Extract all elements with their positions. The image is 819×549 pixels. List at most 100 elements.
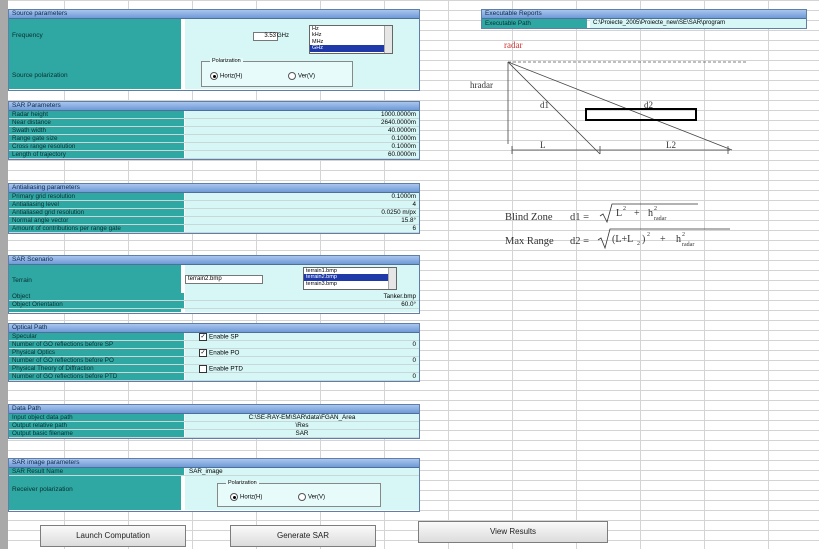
svg-text:2: 2 bbox=[654, 206, 657, 212]
param-value[interactable]: 15.8° bbox=[185, 217, 419, 224]
orientation-value[interactable]: 60.0° bbox=[185, 301, 419, 308]
param-row: Physical Optics ✓ Enable PO bbox=[9, 349, 419, 357]
param-value[interactable]: 0 bbox=[185, 373, 419, 380]
d1-label: d1 bbox=[540, 100, 549, 110]
optical-rows: Specular ✓ Enable SP Number of GO reflectio… bbox=[9, 333, 419, 381]
param-value[interactable]: 0.0250 m/px bbox=[185, 209, 419, 216]
checkbox[interactable]: ✓ bbox=[199, 349, 207, 357]
frequency-label: Frequency bbox=[12, 32, 43, 39]
frequency-unit-listbox[interactable]: Hz kHz MHz GHz bbox=[309, 25, 393, 54]
max-range-label: Max Range bbox=[505, 236, 554, 247]
radio-horizontal[interactable]: Horiz(H) bbox=[230, 493, 262, 501]
object-value[interactable]: Tanker.bmp bbox=[185, 293, 419, 300]
param-label: Antialiasing level bbox=[9, 201, 184, 208]
l2-label: L2 bbox=[666, 140, 676, 150]
result-name-label: SAR Result Name bbox=[9, 468, 184, 475]
terrain-input[interactable]: terrain2.bmp bbox=[185, 275, 263, 284]
param-value[interactable]: 4 bbox=[185, 201, 419, 208]
param-value[interactable]: 0.1000m bbox=[185, 193, 419, 200]
checkbox[interactable]: ✓ bbox=[199, 333, 207, 341]
result-name-value[interactable]: SAR_image bbox=[185, 468, 419, 475]
param-label: Number of GO reflections before PTD bbox=[9, 373, 184, 380]
radio-horizontal[interactable]: Horiz(H) bbox=[210, 72, 242, 80]
param-label: Input object data path bbox=[9, 414, 184, 421]
param-row: Range gate size 0.1000m bbox=[9, 135, 419, 143]
param-row: Output basic filename SAR bbox=[9, 430, 419, 438]
checkbox[interactable] bbox=[199, 365, 207, 373]
param-row: Swath width 40.0000m bbox=[9, 127, 419, 135]
data-path-rows: Input object data path C:\SE-RAY-EM\SAR\d… bbox=[9, 414, 419, 438]
param-row: Physical Theory of Diffraction Enable PTD bbox=[9, 365, 419, 373]
param-value[interactable]: ✓ Enable PO bbox=[185, 349, 419, 357]
param-label: Physical Optics bbox=[9, 349, 184, 356]
radio-label: Ver(V) bbox=[308, 494, 326, 501]
param-value[interactable]: 0.1000m bbox=[185, 143, 419, 150]
param-row: Normal angle vector 15.8° bbox=[9, 217, 419, 225]
antialiasing-section: Antialiasing parameters Primary grid res… bbox=[8, 183, 420, 234]
param-label: Number of GO reflections before PO bbox=[9, 357, 184, 364]
param-value[interactable]: 0 bbox=[185, 357, 419, 364]
frequency-unit: GHz bbox=[277, 33, 289, 39]
geometry-diagram: radar hradar d1 d2 L L2 bbox=[470, 40, 748, 155]
listbox-scrollbar[interactable] bbox=[388, 268, 396, 289]
section-header: SAR Scenario bbox=[9, 256, 419, 265]
param-label: Normal angle vector bbox=[9, 217, 184, 224]
radio-dot bbox=[210, 72, 218, 80]
section-header: SAR Parameters bbox=[9, 102, 419, 111]
param-label: Cross range resolution bbox=[9, 143, 184, 150]
section-header: Data Path bbox=[9, 405, 419, 414]
max-range-lhs: d2 = bbox=[570, 236, 590, 247]
param-value[interactable]: 40.0000m bbox=[185, 127, 419, 134]
radio-vertical[interactable]: Ver(V) bbox=[298, 493, 325, 501]
view-results-button[interactable]: View Results bbox=[418, 521, 608, 543]
svg-text:radar: radar bbox=[682, 242, 694, 248]
param-value[interactable]: 6 bbox=[185, 225, 419, 232]
param-value[interactable]: 0 bbox=[185, 341, 419, 348]
param-value[interactable]: ✓ Enable SP bbox=[185, 333, 419, 341]
param-row: Near distance 2640.0000m bbox=[9, 119, 419, 127]
param-label: Output basic filename bbox=[9, 430, 184, 437]
radio-label: Horiz(H) bbox=[220, 73, 243, 80]
param-row: Output relative path \Res bbox=[9, 422, 419, 430]
listbox-option[interactable]: terrain3.bmp bbox=[304, 281, 396, 287]
param-value[interactable]: 0.1000m bbox=[185, 135, 419, 142]
terrain-listbox[interactable]: terrain1.bmp terrain2.bmp terrain3.bmp bbox=[303, 267, 397, 290]
section-header: Antialiasing parameters bbox=[9, 184, 419, 193]
launch-computation-button[interactable]: Launch Computation bbox=[40, 525, 186, 547]
checkbox-label: Enable SP bbox=[209, 333, 239, 341]
blind-zone-lhs: d1 = bbox=[570, 212, 590, 223]
label-column bbox=[9, 476, 181, 510]
param-value[interactable]: C:\SE-RAY-EM\SAR\data\FGAN_Area bbox=[185, 414, 419, 421]
param-value[interactable]: Enable PTD bbox=[185, 365, 419, 373]
frequency-input[interactable]: 3.53 bbox=[253, 32, 278, 41]
param-row: Number of GO reflections before PO 0 bbox=[9, 357, 419, 365]
executable-path-value[interactable]: C:\Proiecte_2005\Proiecte_new\SE\SAR\pro… bbox=[590, 19, 806, 28]
sar-parameters-section: SAR Parameters Radar height 1000.0000m Nea… bbox=[8, 101, 420, 160]
l-label: L bbox=[540, 140, 546, 150]
param-value[interactable]: 2640.0000m bbox=[185, 119, 419, 126]
param-value[interactable]: 1000.0000m bbox=[185, 111, 419, 118]
svg-text:2: 2 bbox=[623, 206, 626, 212]
executable-path-row: Executable Path C:\Proiecte_2005\Proiect… bbox=[482, 19, 806, 28]
row-header-strip bbox=[0, 0, 8, 549]
svg-text:h: h bbox=[676, 234, 681, 245]
param-value[interactable]: SAR bbox=[185, 430, 419, 437]
param-value[interactable]: \Res bbox=[185, 422, 419, 429]
param-label: Length of trajectory bbox=[9, 151, 184, 158]
param-value[interactable]: 60.0000m bbox=[185, 151, 419, 158]
param-label: Output relative path bbox=[9, 422, 184, 429]
generate-sar-button[interactable]: Generate SAR bbox=[230, 525, 376, 547]
param-label: Radar height bbox=[9, 111, 184, 118]
section-header: Optical Path bbox=[9, 324, 419, 333]
radio-vertical[interactable]: Ver(V) bbox=[288, 72, 315, 80]
blind-zone-formula: L 2 + h 2 radar bbox=[599, 203, 698, 224]
listbox-option[interactable]: GHz bbox=[310, 45, 392, 52]
param-label: Range gate size bbox=[9, 135, 184, 142]
radio-dot bbox=[298, 493, 306, 501]
svg-text:(L+L: (L+L bbox=[612, 234, 633, 245]
param-row: Antialiasing level 4 bbox=[9, 201, 419, 209]
listbox-scrollbar[interactable] bbox=[384, 26, 392, 53]
svg-text:2: 2 bbox=[647, 232, 650, 238]
param-row: Amount of contributions per range gate 6 bbox=[9, 225, 419, 233]
checkbox-label: Enable PTD bbox=[209, 365, 243, 373]
